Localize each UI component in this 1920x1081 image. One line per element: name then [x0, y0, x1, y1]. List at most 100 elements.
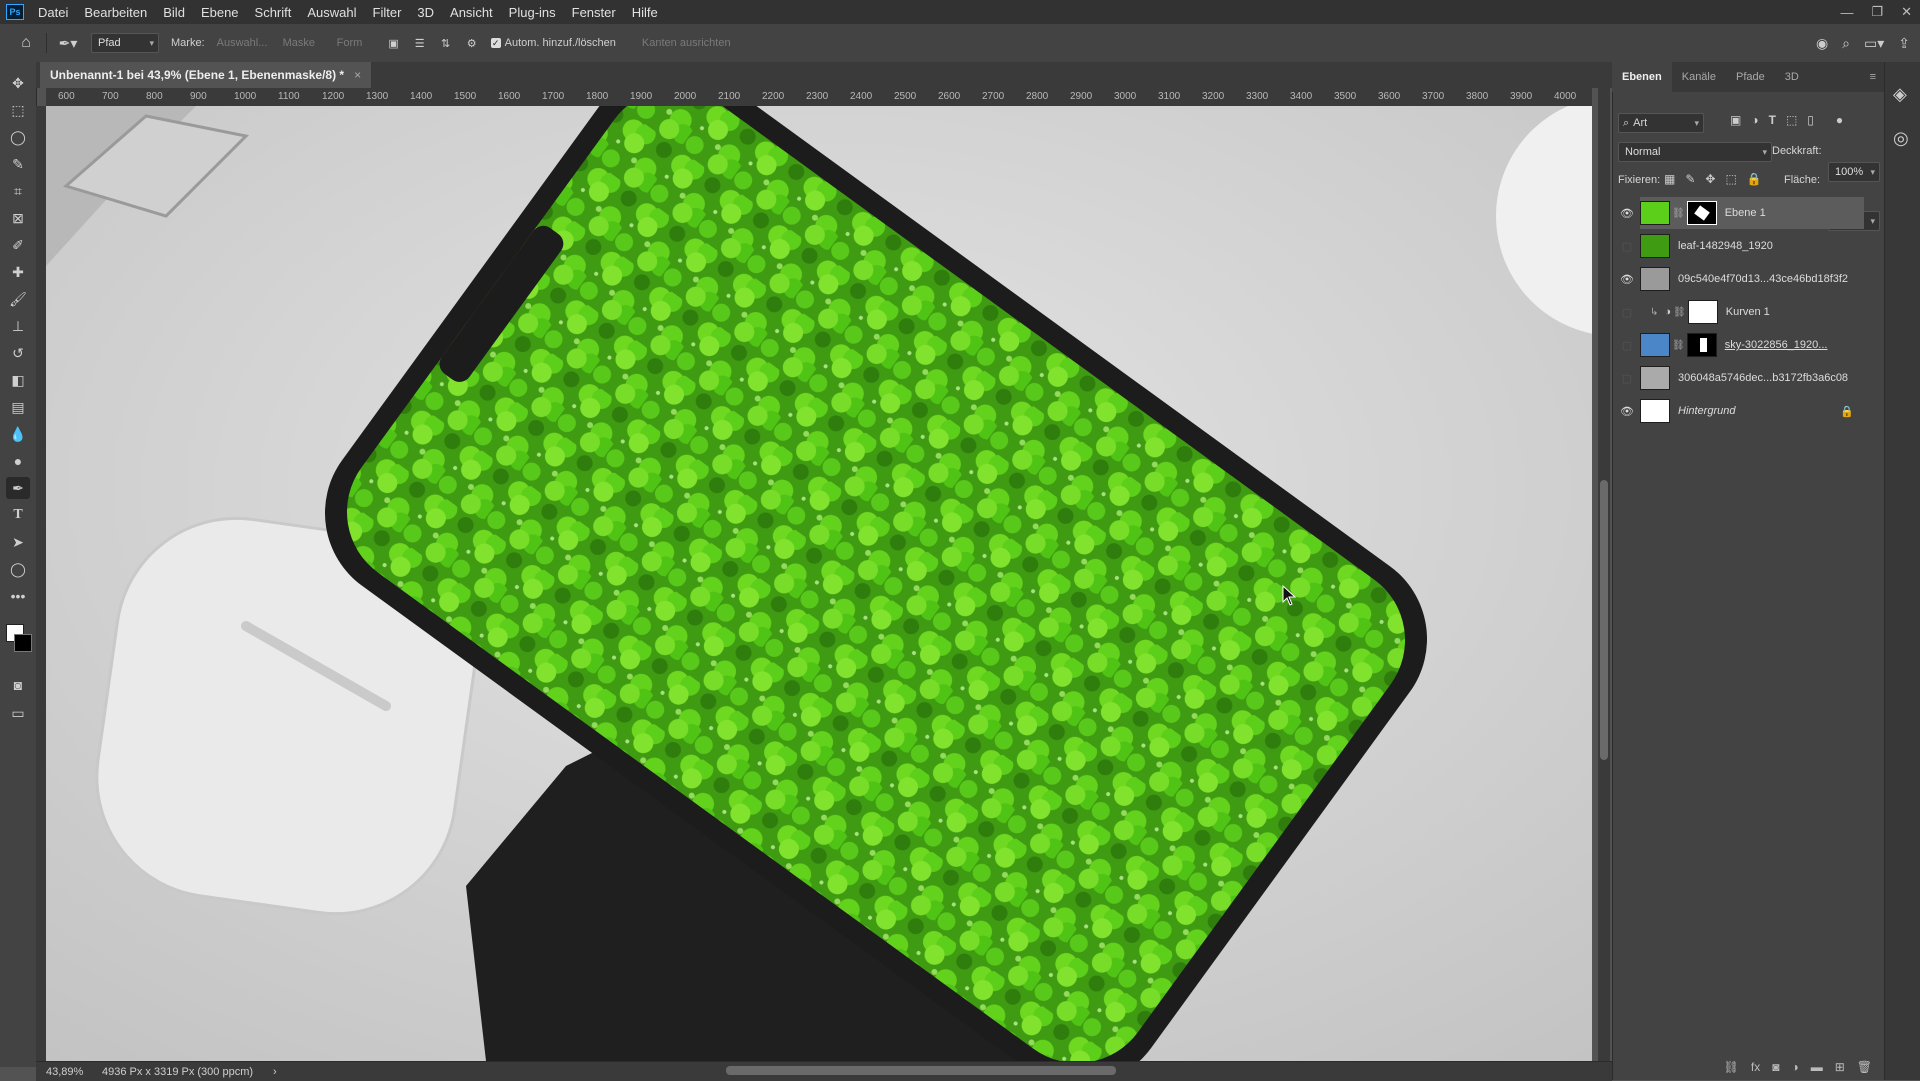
checkbox-checked-icon[interactable]: ✓	[490, 38, 501, 48]
zoom-level[interactable]: 43,89%	[46, 1066, 92, 1078]
crop-tool-icon[interactable]: ⌗	[6, 180, 30, 202]
layer-row[interactable]: Hintergrund 🔒	[1640, 395, 1864, 427]
menu-bearbeiten[interactable]: Bearbeiten	[76, 5, 155, 20]
screen-mode-icon[interactable]: ▭	[6, 702, 30, 724]
lock-position-icon[interactable]: ✥	[1705, 172, 1715, 186]
visibility-eye-icon[interactable]: 👁	[1616, 263, 1638, 295]
menu-schrift[interactable]: Schrift	[247, 5, 300, 20]
marquee-tool-icon[interactable]: ⬚	[6, 99, 30, 121]
dodge-tool-icon[interactable]: ●	[6, 450, 30, 472]
trash-icon[interactable]: 🗑	[1857, 1060, 1872, 1074]
link-icon[interactable]: ⛓	[1672, 340, 1685, 351]
visibility-off-icon[interactable]: ▢	[1616, 230, 1638, 262]
layer-mask-thumbnail[interactable]	[1686, 333, 1717, 357]
layer-row[interactable]: ↳ ◑ ⛓ Kurven 1	[1640, 296, 1864, 328]
pen-mode-select[interactable]: Pfad	[91, 33, 159, 53]
gradient-tool-icon[interactable]: ▤	[6, 396, 30, 418]
menu-3d[interactable]: 3D	[409, 5, 442, 20]
layers-panel-icon[interactable]: ◈	[1893, 84, 1907, 105]
layer-row[interactable]: ⛓ Ebene 1	[1640, 197, 1864, 229]
tab-3d[interactable]: 3D	[1775, 62, 1809, 92]
smart-object-filter-icon[interactable]: ▯	[1807, 113, 1814, 127]
layer-row[interactable]: leaf-1482948_1920	[1640, 230, 1864, 262]
learn-icon[interactable]: ◉	[1816, 35, 1828, 52]
layer-filter-select[interactable]: ⌕ Art ▾	[1618, 113, 1704, 133]
pen-tool-preset-icon[interactable]: ✒▾	[53, 35, 83, 52]
menu-fenster[interactable]: Fenster	[564, 5, 624, 20]
history-brush-tool-icon[interactable]: ↺	[6, 342, 30, 364]
menu-bild[interactable]: Bild	[155, 5, 193, 20]
link-icon[interactable]: ⛓	[1673, 307, 1686, 318]
adjustment-layer-icon[interactable]: ◑	[1791, 1060, 1798, 1074]
align-edges-option[interactable]: Kanten ausrichten	[636, 32, 737, 54]
visibility-off-icon[interactable]: ▢	[1616, 362, 1638, 394]
move-tool-icon[interactable]: ✥	[6, 72, 30, 94]
menu-plugins[interactable]: Plug-ins	[501, 5, 564, 20]
type-filter-icon[interactable]: T	[1769, 113, 1776, 127]
lock-pixels-icon[interactable]: ✎	[1685, 172, 1695, 186]
image-filter-icon[interactable]: ▣	[1730, 113, 1741, 127]
status-arrow-icon[interactable]: ›	[273, 1066, 277, 1078]
search-icon[interactable]: ⌕	[1842, 35, 1850, 52]
document-canvas[interactable]	[46, 106, 1592, 1061]
share-icon[interactable]: ⇪	[1898, 35, 1910, 52]
link-layers-icon[interactable]: ⛓	[1724, 1060, 1739, 1074]
opacity-input[interactable]: 100%	[1828, 162, 1880, 182]
workspace-icon[interactable]: ▭▾	[1864, 35, 1884, 52]
eyedropper-tool-icon[interactable]: ✐	[6, 234, 30, 256]
vertical-scroll-thumb[interactable]	[1600, 480, 1608, 760]
clone-stamp-tool-icon[interactable]: ⊥	[6, 315, 30, 337]
auto-add-delete-checkbox[interactable]: ✓ Autom. hinzuf./löschen	[485, 32, 622, 54]
adjustment-filter-icon[interactable]: ◑	[1751, 113, 1758, 127]
visibility-eye-icon[interactable]: 👁	[1616, 197, 1638, 229]
blur-tool-icon[interactable]: 💧	[6, 423, 30, 445]
tab-pfade[interactable]: Pfade	[1726, 62, 1775, 92]
color-wheel-icon[interactable]: ◎	[1893, 128, 1909, 149]
horizontal-scroll-thumb[interactable]	[726, 1066, 1116, 1075]
path-alignment-icon[interactable]: ☰	[407, 37, 433, 50]
frame-tool-icon[interactable]: ⊠	[6, 207, 30, 229]
lasso-tool-icon[interactable]: ◯	[6, 126, 30, 148]
quick-mask-icon[interactable]: ◙	[6, 674, 30, 696]
background-color-swatch[interactable]	[14, 634, 32, 652]
layer-mask-thumbnail[interactable]	[1687, 300, 1718, 324]
layer-row[interactable]: 306048a5746dec...b3172fb3a6c08	[1640, 362, 1864, 394]
make-selection-button[interactable]: Auswahl...	[211, 32, 277, 54]
layer-row[interactable]: ⛓ sky-3022856_1920...	[1640, 329, 1864, 361]
new-group-icon[interactable]: ▬	[1811, 1060, 1823, 1074]
path-operations-icon[interactable]: ▣	[381, 37, 407, 50]
document-tab[interactable]: Unbenannt-1 bei 43,9% (Ebene 1, Ebenenma…	[40, 62, 372, 88]
lock-icon[interactable]: 🔒	[1840, 405, 1854, 418]
make-mask-button[interactable]: Maske	[277, 32, 331, 54]
link-icon[interactable]: ⛓	[1672, 208, 1685, 219]
path-arrangement-icon[interactable]: ⇅	[433, 37, 459, 50]
menu-datei[interactable]: Datei	[30, 5, 76, 20]
menu-ebene[interactable]: Ebene	[193, 5, 247, 20]
make-shape-button[interactable]: Form	[331, 32, 381, 54]
lock-all-icon[interactable]: 🔒	[1747, 172, 1762, 186]
visibility-eye-icon[interactable]: 👁	[1616, 395, 1638, 427]
add-mask-icon[interactable]: ◙	[1772, 1060, 1779, 1074]
lock-artboard-icon[interactable]: ⬚	[1725, 172, 1736, 186]
quick-selection-tool-icon[interactable]: ✎	[6, 153, 30, 175]
home-icon[interactable]: ⌂	[12, 34, 40, 52]
menu-filter[interactable]: Filter	[365, 5, 410, 20]
layer-row[interactable]: 09c540e4f70d13...43ce46bd18f3f2	[1640, 263, 1864, 295]
eraser-tool-icon[interactable]: ◧	[6, 369, 30, 391]
healing-brush-tool-icon[interactable]: ✚	[6, 261, 30, 283]
fx-icon[interactable]: fx	[1751, 1060, 1760, 1074]
menu-auswahl[interactable]: Auswahl	[299, 5, 364, 20]
ellipse-tool-icon[interactable]: ◯	[6, 558, 30, 580]
minimize-icon[interactable]: —	[1840, 5, 1853, 20]
gear-icon[interactable]: ⚙	[459, 37, 485, 50]
type-tool-icon[interactable]: T	[6, 504, 30, 526]
more-tools-icon[interactable]: •••	[6, 585, 30, 607]
panel-menu-icon[interactable]: ≡	[1870, 71, 1876, 83]
blend-mode-select[interactable]: Normal	[1618, 142, 1772, 162]
shape-filter-icon[interactable]: ⬚	[1786, 113, 1797, 127]
pen-tool-icon[interactable]: ✒	[6, 477, 30, 499]
path-selection-tool-icon[interactable]: ➤	[6, 531, 30, 553]
visibility-off-icon[interactable]: ▢	[1616, 296, 1638, 328]
menu-hilfe[interactable]: Hilfe	[624, 5, 666, 20]
tab-ebenen[interactable]: Ebenen	[1612, 62, 1672, 92]
